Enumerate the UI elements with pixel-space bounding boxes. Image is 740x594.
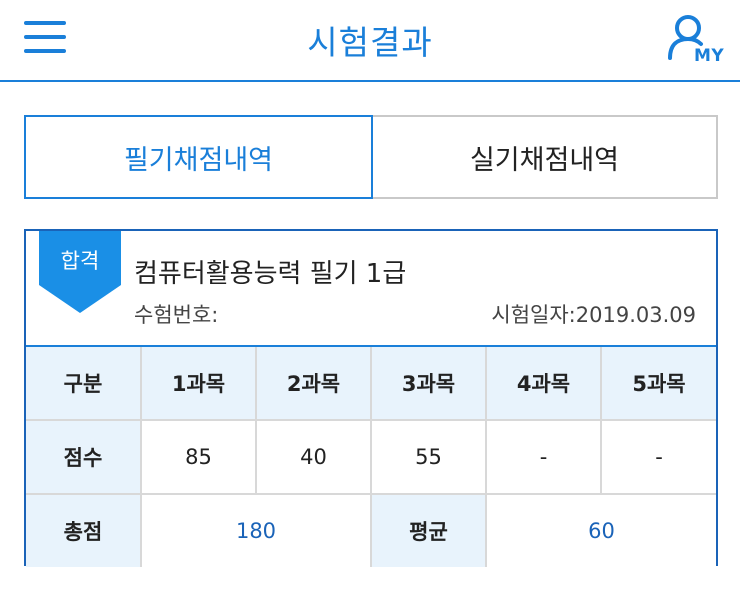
average-value: 60 xyxy=(485,493,716,567)
app-header: 시험결과 MY xyxy=(0,0,740,82)
score-cell: 55 xyxy=(370,419,487,495)
category-header: 구분 xyxy=(26,347,142,421)
score-cell: - xyxy=(485,419,602,495)
score-cell: 40 xyxy=(255,419,372,495)
average-label: 평균 xyxy=(370,493,487,567)
result-card: 합격 컴퓨터활용능력 필기 1급 수험번호: 시험일자:2019.03.09 구… xyxy=(24,229,718,567)
page-title: 시험결과 xyxy=(307,23,433,62)
subject-header: 5과목 xyxy=(600,347,716,421)
total-value: 180 xyxy=(140,493,372,567)
table-row: 점수 85 40 55 - - xyxy=(26,419,716,495)
exam-date: 시험일자:2019.03.09 xyxy=(491,303,696,327)
exam-name: 컴퓨터활용능력 필기 1급 xyxy=(134,259,407,289)
subject-header: 1과목 xyxy=(140,347,257,421)
score-cell: 85 xyxy=(140,419,257,495)
score-table: 구분 1과목 2과목 3과목 4과목 5과목 점수 85 40 55 - - 총… xyxy=(26,347,716,567)
exam-number: 수험번호: xyxy=(134,303,219,327)
tab-written-results[interactable]: 필기채점내역 xyxy=(24,115,373,199)
subject-header: 2과목 xyxy=(255,347,372,421)
result-card-header: 합격 컴퓨터활용능력 필기 1급 수험번호: 시험일자:2019.03.09 xyxy=(26,231,716,347)
subject-header: 3과목 xyxy=(370,347,487,421)
pass-badge: 합격 xyxy=(39,231,121,313)
tab-practical-results[interactable]: 실기채점내역 xyxy=(371,115,718,199)
total-label: 총점 xyxy=(26,493,142,567)
score-cell: - xyxy=(600,419,716,495)
table-row: 총점 180 평균 60 xyxy=(26,493,716,567)
my-label: MY xyxy=(694,46,725,66)
my-page-button[interactable]: MY xyxy=(666,12,726,70)
pass-badge-label: 합격 xyxy=(60,249,100,273)
result-tabs: 필기채점내역 실기채점내역 xyxy=(24,115,718,199)
subject-header: 4과목 xyxy=(485,347,602,421)
table-row: 구분 1과목 2과목 3과목 4과목 5과목 xyxy=(26,347,716,421)
score-label: 점수 xyxy=(26,419,142,495)
